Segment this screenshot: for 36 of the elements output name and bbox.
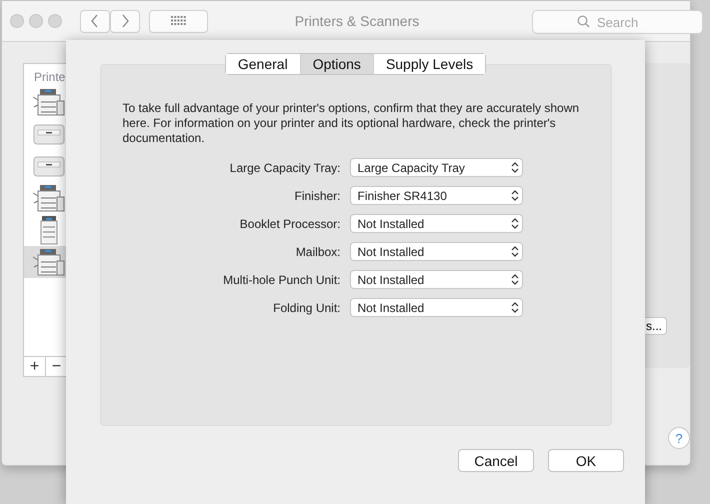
chevron-right-icon — [120, 14, 130, 28]
description-text: To take full advantage of your printer's options, confirm that they are accurately shown here. For information on your printer and its optional hardware, check the printer's documentation. — [122, 101, 580, 146]
back-button[interactable] — [80, 10, 110, 32]
chevron-icon — [510, 218, 518, 229]
option-label: Booklet Processor: — [238, 216, 340, 230]
show-all-button[interactable] — [149, 10, 208, 32]
option-label: Finisher: — [293, 188, 340, 202]
popup-menu[interactable]: Finisher SR4130 — [350, 186, 522, 205]
popup-menu[interactable]: Large Capacity Tray — [350, 158, 522, 177]
option-label: Multi-hole Punch Unit: — [222, 272, 340, 286]
chevron-icon — [510, 274, 518, 285]
dialog-button[interactable]: Cancel — [458, 449, 534, 472]
chevron-left-icon — [90, 14, 100, 28]
tab[interactable]: Options — [300, 54, 374, 74]
window-title: Printers & Scanners — [294, 13, 420, 29]
option-label: Large Capacity Tray: — [228, 160, 340, 174]
option-label: Folding Unit: — [272, 300, 340, 314]
chevron-icon — [510, 162, 518, 173]
popup-menu[interactable]: Not Installed — [350, 214, 522, 233]
dialog-button[interactable]: OK — [548, 449, 624, 472]
window-control[interactable] — [10, 14, 24, 28]
popup-menu[interactable]: Not Installed — [350, 298, 522, 317]
option-label: Mailbox: — [294, 244, 340, 258]
search-field[interactable]: Search — [532, 10, 703, 34]
window-control[interactable] — [48, 14, 62, 28]
search-icon — [577, 15, 590, 28]
popup-menu[interactable]: Not Installed — [350, 242, 522, 261]
chevron-icon — [510, 302, 518, 313]
list-header: Printe — [33, 69, 66, 86]
popup-menu[interactable]: Not Installed — [350, 270, 522, 289]
chevron-icon — [510, 190, 518, 201]
window-control[interactable] — [29, 14, 43, 28]
grid-icon — [170, 16, 186, 26]
chevron-icon — [510, 246, 518, 257]
forward-button[interactable] — [110, 10, 140, 32]
tab[interactable]: General — [226, 54, 301, 74]
